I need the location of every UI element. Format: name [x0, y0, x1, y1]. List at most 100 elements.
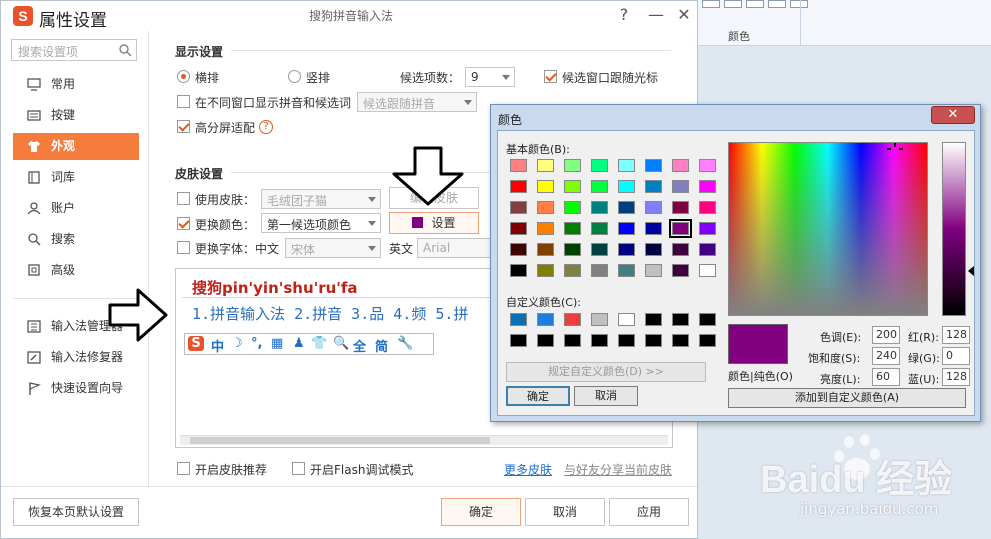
flash-debug-checkbox[interactable]: [292, 462, 305, 475]
search-input[interactable]: 搜索设置项: [11, 39, 137, 61]
more-skins-link[interactable]: 更多皮肤: [504, 461, 552, 478]
custom-color-swatch[interactable]: [618, 334, 635, 347]
dialog-ok-button[interactable]: 确定: [506, 386, 570, 406]
sat-input[interactable]: 240: [872, 347, 900, 365]
basic-color-swatch[interactable]: [591, 222, 608, 235]
basic-color-swatch[interactable]: [618, 243, 635, 256]
sidebar-item-keys[interactable]: 按键: [13, 102, 139, 129]
sidebar-item-search[interactable]: 搜索: [13, 226, 139, 253]
basic-color-swatch[interactable]: [645, 264, 662, 277]
basic-color-swatch[interactable]: [510, 180, 527, 193]
basic-color-swatch[interactable]: [537, 159, 554, 172]
basic-color-swatch[interactable]: [564, 222, 581, 235]
basic-color-swatch[interactable]: [591, 159, 608, 172]
basic-color-swatch[interactable]: [672, 243, 689, 256]
color-dialog-close-button[interactable]: ✕: [931, 106, 975, 124]
custom-color-swatch[interactable]: [510, 313, 527, 326]
basic-color-swatch[interactable]: [564, 180, 581, 193]
basic-color-swatch[interactable]: [537, 201, 554, 214]
green-input[interactable]: 0: [942, 347, 970, 365]
basic-color-swatch[interactable]: [699, 222, 716, 235]
basic-color-swatch[interactable]: [537, 180, 554, 193]
close-button[interactable]: ✕: [673, 4, 695, 26]
hidpi-checkbox[interactable]: [177, 120, 190, 133]
basic-color-swatch[interactable]: [510, 264, 527, 277]
basic-color-swatch[interactable]: [645, 180, 662, 193]
scrollbar-thumb[interactable]: [190, 437, 490, 444]
color-spectrum[interactable]: [728, 142, 928, 316]
custom-color-swatch[interactable]: [672, 334, 689, 347]
sidebar-item-dictionary[interactable]: 词库: [13, 164, 139, 191]
basic-color-swatch[interactable]: [618, 264, 635, 277]
basic-color-swatch[interactable]: [672, 201, 689, 214]
luminance-slider[interactable]: [942, 142, 966, 316]
custom-color-swatch[interactable]: [537, 334, 554, 347]
hue-input[interactable]: 200: [872, 326, 900, 344]
custom-color-swatch[interactable]: [672, 313, 689, 326]
basic-color-swatch[interactable]: [699, 159, 716, 172]
en-font-select[interactable]: Arial: [417, 238, 497, 258]
cn-font-select[interactable]: 宋体: [285, 238, 381, 258]
basic-color-swatch[interactable]: [672, 159, 689, 172]
custom-color-swatch[interactable]: [618, 313, 635, 326]
change-font-checkbox[interactable]: [177, 241, 190, 254]
basic-color-swatch[interactable]: [537, 222, 554, 235]
custom-color-swatch[interactable]: [510, 334, 527, 347]
basic-color-swatch[interactable]: [591, 264, 608, 277]
basic-color-swatch[interactable]: [564, 243, 581, 256]
add-custom-color-button[interactable]: 添加到自定义颜色(A): [728, 388, 966, 408]
basic-color-swatch[interactable]: [510, 222, 527, 235]
help-icon[interactable]: ?: [259, 120, 273, 134]
dialog-cancel-button[interactable]: 取消: [574, 386, 638, 406]
basic-color-swatch[interactable]: [564, 159, 581, 172]
basic-color-swatch[interactable]: [669, 219, 692, 238]
sidebar-item-account[interactable]: 账户: [13, 195, 139, 222]
basic-color-swatch[interactable]: [618, 159, 635, 172]
vertical-radio[interactable]: [288, 70, 301, 83]
blue-input[interactable]: 128: [942, 368, 970, 386]
basic-color-swatch[interactable]: [618, 201, 635, 214]
basic-color-swatch[interactable]: [699, 243, 716, 256]
basic-color-swatch[interactable]: [591, 180, 608, 193]
sidebar-item-advanced[interactable]: 高级: [13, 257, 139, 284]
basic-color-swatch[interactable]: [645, 201, 662, 214]
basic-color-swatch[interactable]: [591, 201, 608, 214]
ok-button[interactable]: 确定: [441, 498, 521, 526]
custom-color-swatch[interactable]: [537, 313, 554, 326]
horizontal-radio[interactable]: [177, 70, 190, 83]
skin-select[interactable]: 毛绒团子猫: [261, 189, 381, 209]
show-in-other-select[interactable]: 候选跟随拼音: [357, 92, 477, 112]
custom-color-swatch[interactable]: [564, 334, 581, 347]
basic-color-swatch[interactable]: [699, 201, 716, 214]
sidebar-item-appearance[interactable]: 外观: [13, 133, 139, 160]
preview-scrollbar[interactable]: [180, 435, 668, 445]
lum-input[interactable]: 60: [872, 368, 900, 386]
change-color-checkbox[interactable]: [177, 217, 190, 230]
basic-color-swatch[interactable]: [537, 264, 554, 277]
sidebar-tool-repair[interactable]: 输入法修复器: [13, 344, 139, 371]
basic-color-swatch[interactable]: [564, 264, 581, 277]
basic-color-swatch[interactable]: [645, 222, 662, 235]
color-target-select[interactable]: 第一候选项颜色: [261, 213, 381, 233]
restore-defaults-button[interactable]: 恢复本页默认设置: [13, 498, 139, 526]
basic-color-swatch[interactable]: [699, 264, 716, 277]
basic-color-swatch[interactable]: [564, 201, 581, 214]
custom-color-swatch[interactable]: [564, 313, 581, 326]
candidate-count-select[interactable]: 9: [465, 67, 515, 87]
basic-color-swatch[interactable]: [618, 222, 635, 235]
basic-color-swatch[interactable]: [510, 159, 527, 172]
red-input[interactable]: 128: [942, 326, 970, 344]
sidebar-tool-wizard[interactable]: 快速设置向导: [13, 375, 139, 402]
basic-color-swatch[interactable]: [591, 243, 608, 256]
custom-color-swatch[interactable]: [591, 334, 608, 347]
help-button[interactable]: ?: [613, 4, 635, 26]
share-skin-link[interactable]: 与好友分享当前皮肤: [564, 461, 672, 478]
apply-button[interactable]: 应用: [609, 498, 689, 526]
basic-color-swatch[interactable]: [645, 243, 662, 256]
sidebar-item-common[interactable]: 常用: [13, 71, 139, 98]
cancel-button[interactable]: 取消: [525, 498, 605, 526]
basic-color-swatch[interactable]: [672, 264, 689, 277]
show-in-other-checkbox[interactable]: [177, 95, 190, 108]
custom-color-swatch[interactable]: [645, 334, 662, 347]
basic-color-swatch[interactable]: [510, 243, 527, 256]
